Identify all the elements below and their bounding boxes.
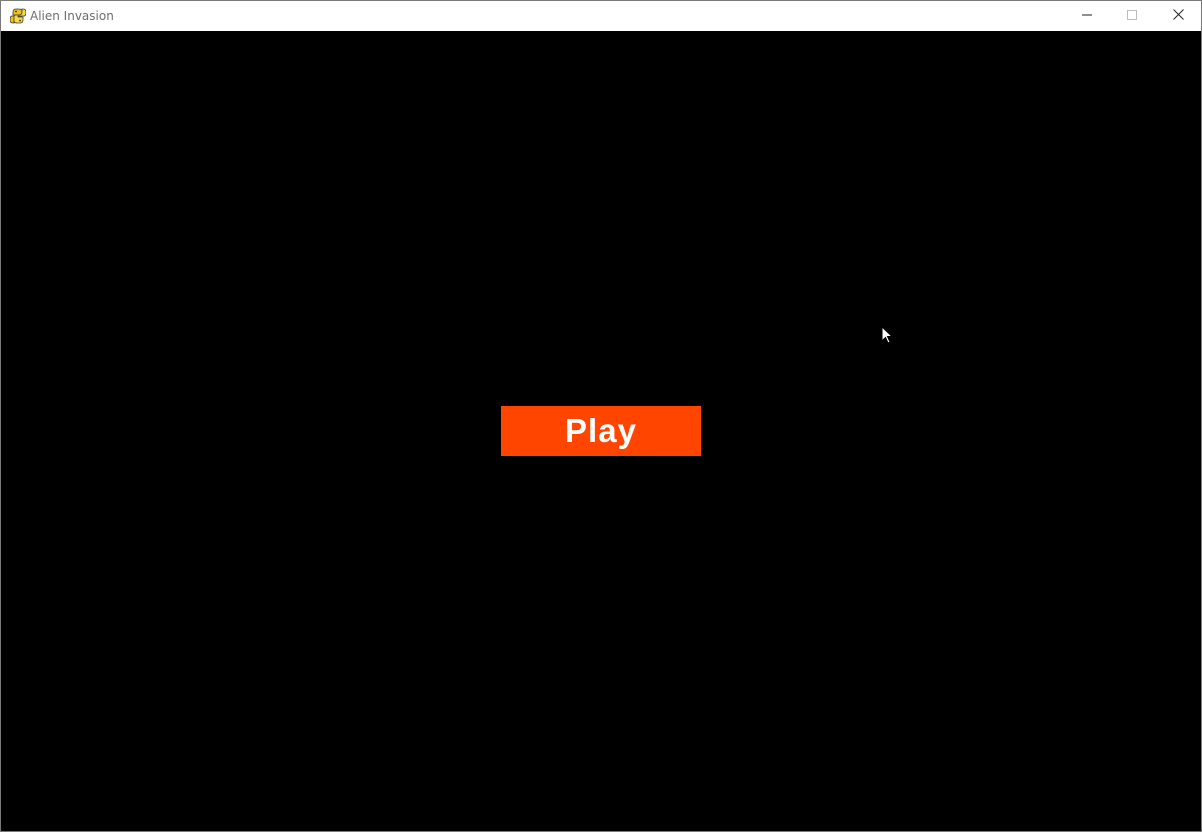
game-window: Alien Invasion Play: [0, 0, 1202, 832]
maximize-icon: [1127, 7, 1137, 25]
game-screen[interactable]: Play: [1, 31, 1201, 831]
title-bar[interactable]: Alien Invasion: [1, 1, 1201, 31]
close-button[interactable]: [1155, 1, 1201, 31]
arrow-cursor-icon: [881, 325, 895, 346]
play-button[interactable]: Play: [501, 406, 701, 456]
pygame-snake-icon: [9, 8, 27, 24]
minimize-button[interactable]: [1064, 1, 1110, 31]
close-icon: [1172, 7, 1184, 25]
window-title: Alien Invasion: [30, 9, 114, 23]
minimize-icon: [1082, 7, 1092, 25]
maximize-button[interactable]: [1109, 1, 1155, 31]
